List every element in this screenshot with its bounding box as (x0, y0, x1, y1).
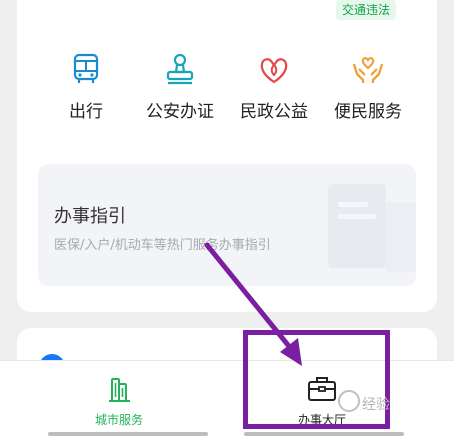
watermark-text: 经验 (362, 397, 390, 413)
watermark-logo-icon (338, 390, 360, 412)
annotation-arrow-icon (204, 242, 302, 366)
